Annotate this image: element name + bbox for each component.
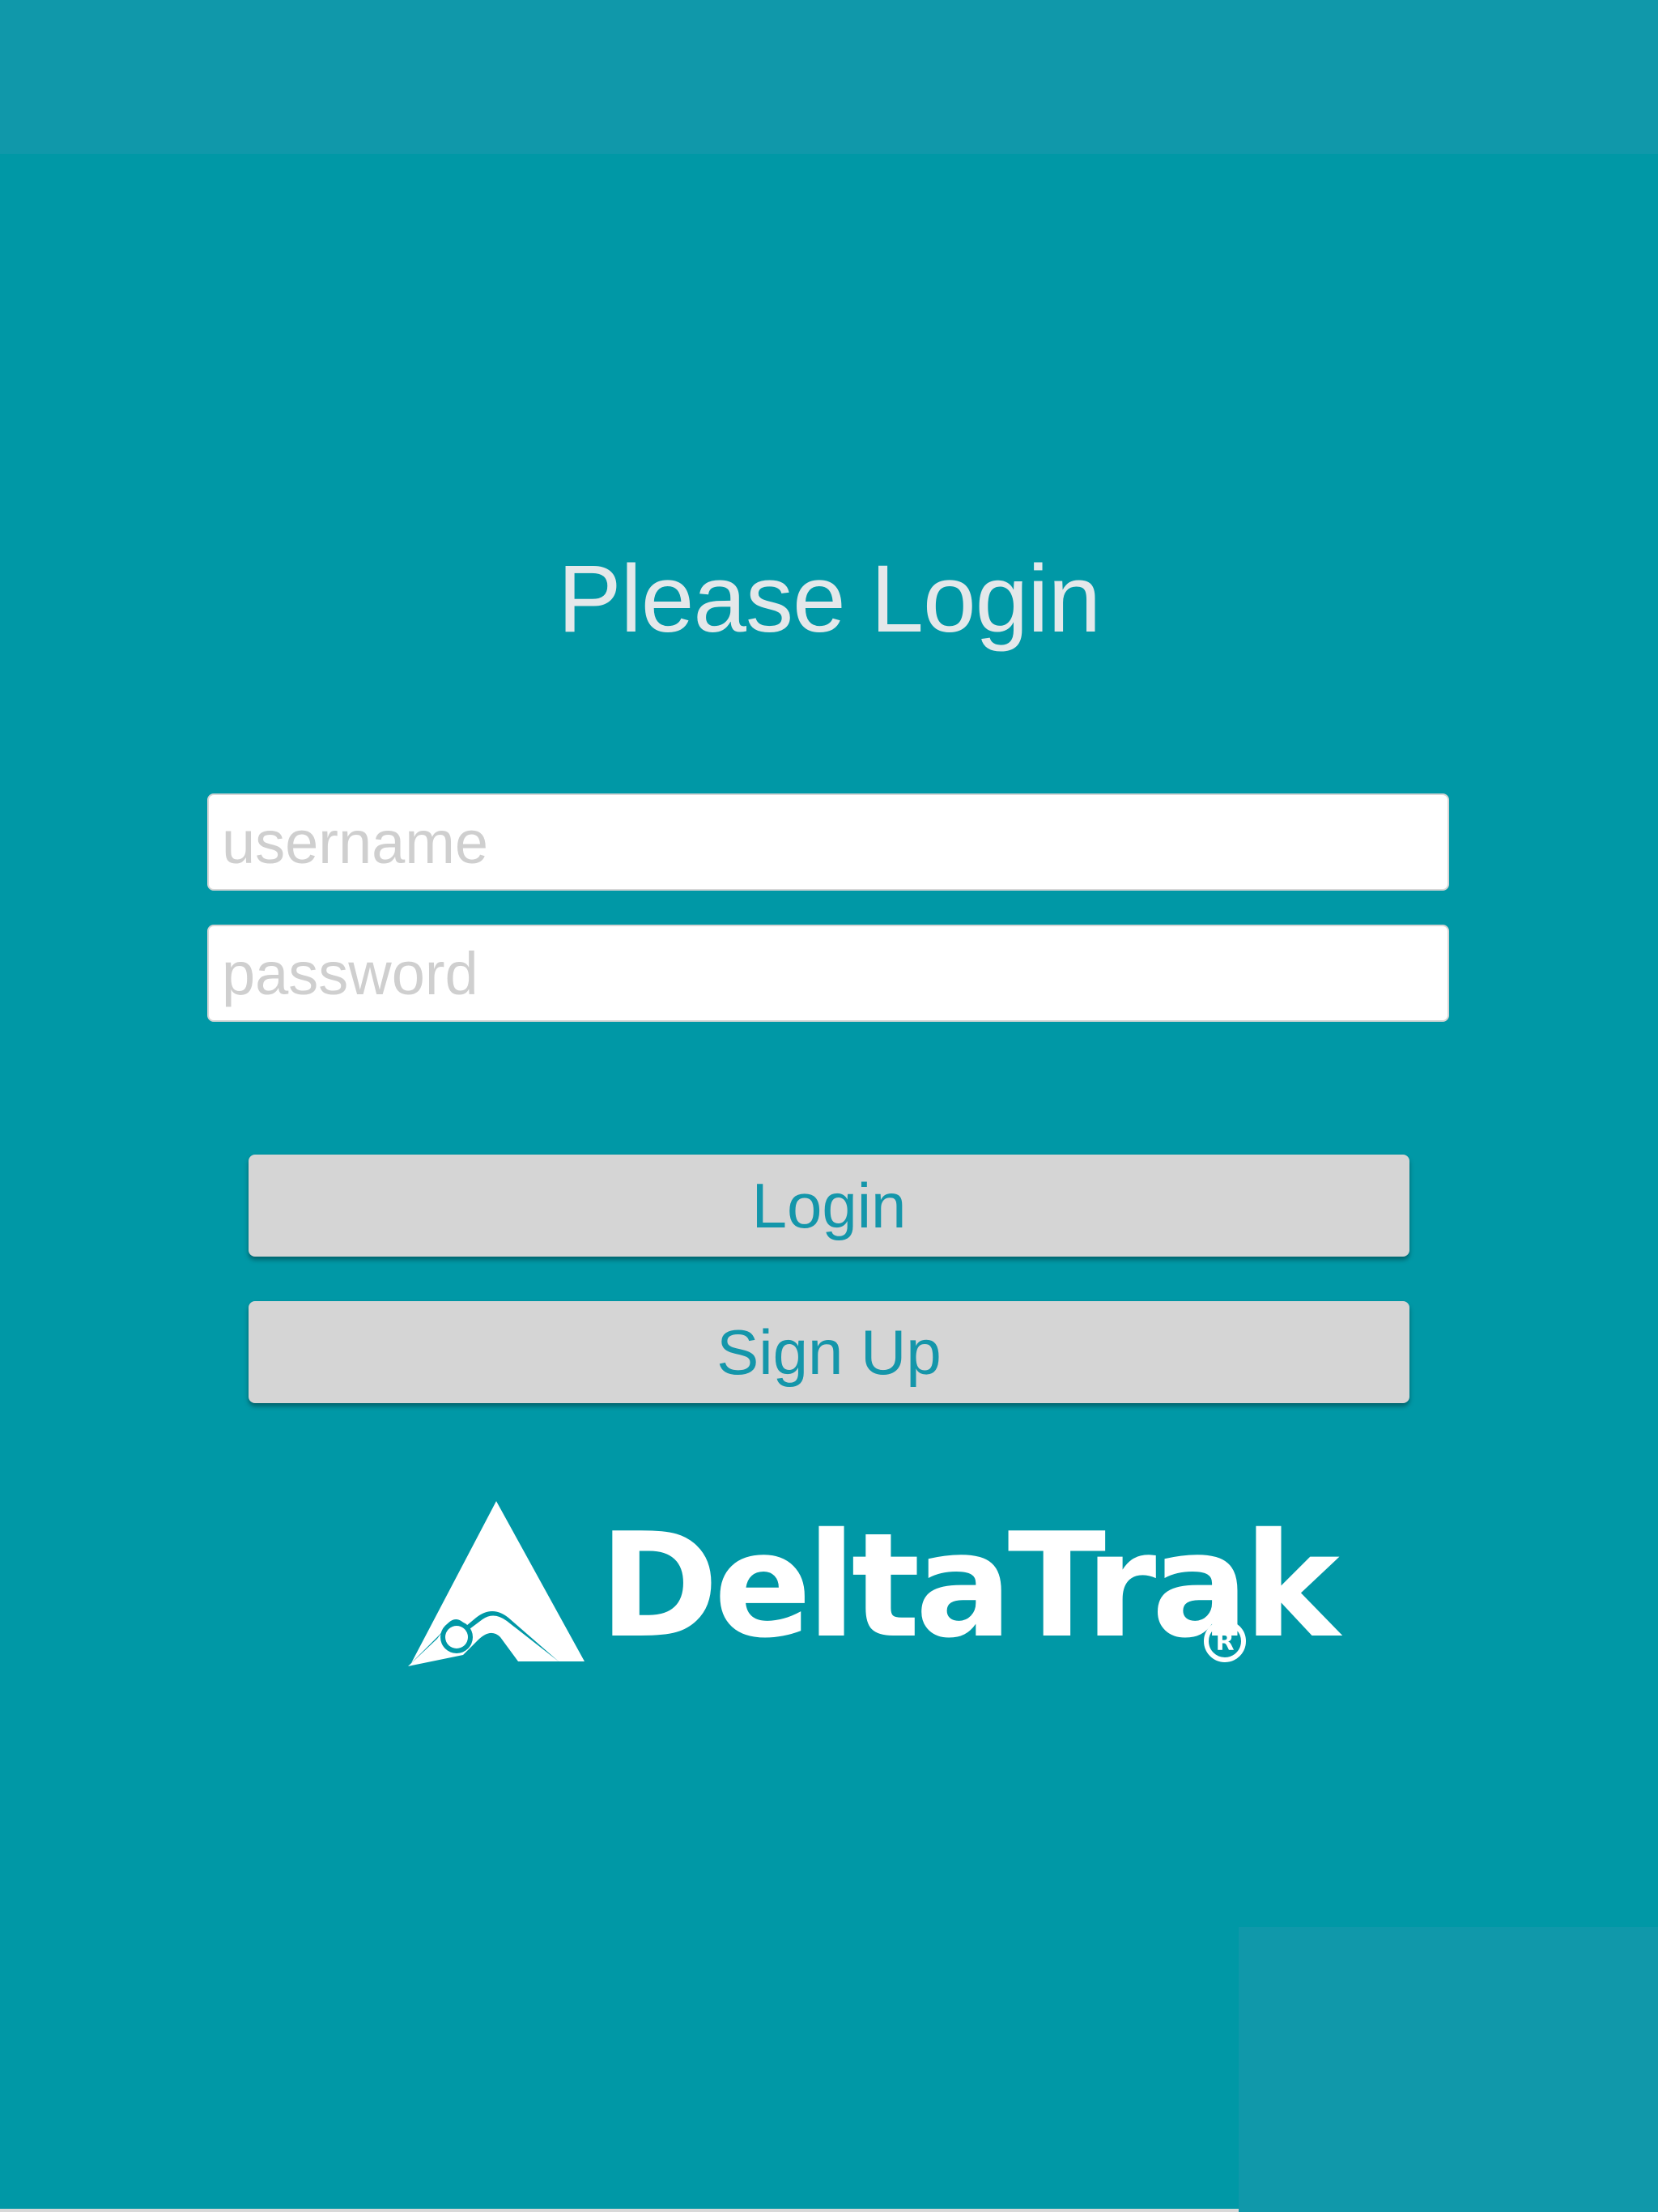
registered-mark: R [1204,1620,1246,1662]
deltatrak-logo: DeltaTrak R [405,1496,1340,1674]
page-title: Please Login [557,546,1101,653]
login-button[interactable]: Login [249,1155,1409,1257]
svg-text:R: R [1215,1628,1234,1657]
bottom-divider [0,2209,1239,2212]
corner-panel [1239,1927,1658,2212]
password-input[interactable] [207,925,1449,1022]
status-bar [0,0,1658,154]
username-input[interactable] [207,793,1449,891]
delta-triangle-icon [408,1501,585,1666]
signup-button[interactable]: Sign Up [249,1301,1409,1403]
